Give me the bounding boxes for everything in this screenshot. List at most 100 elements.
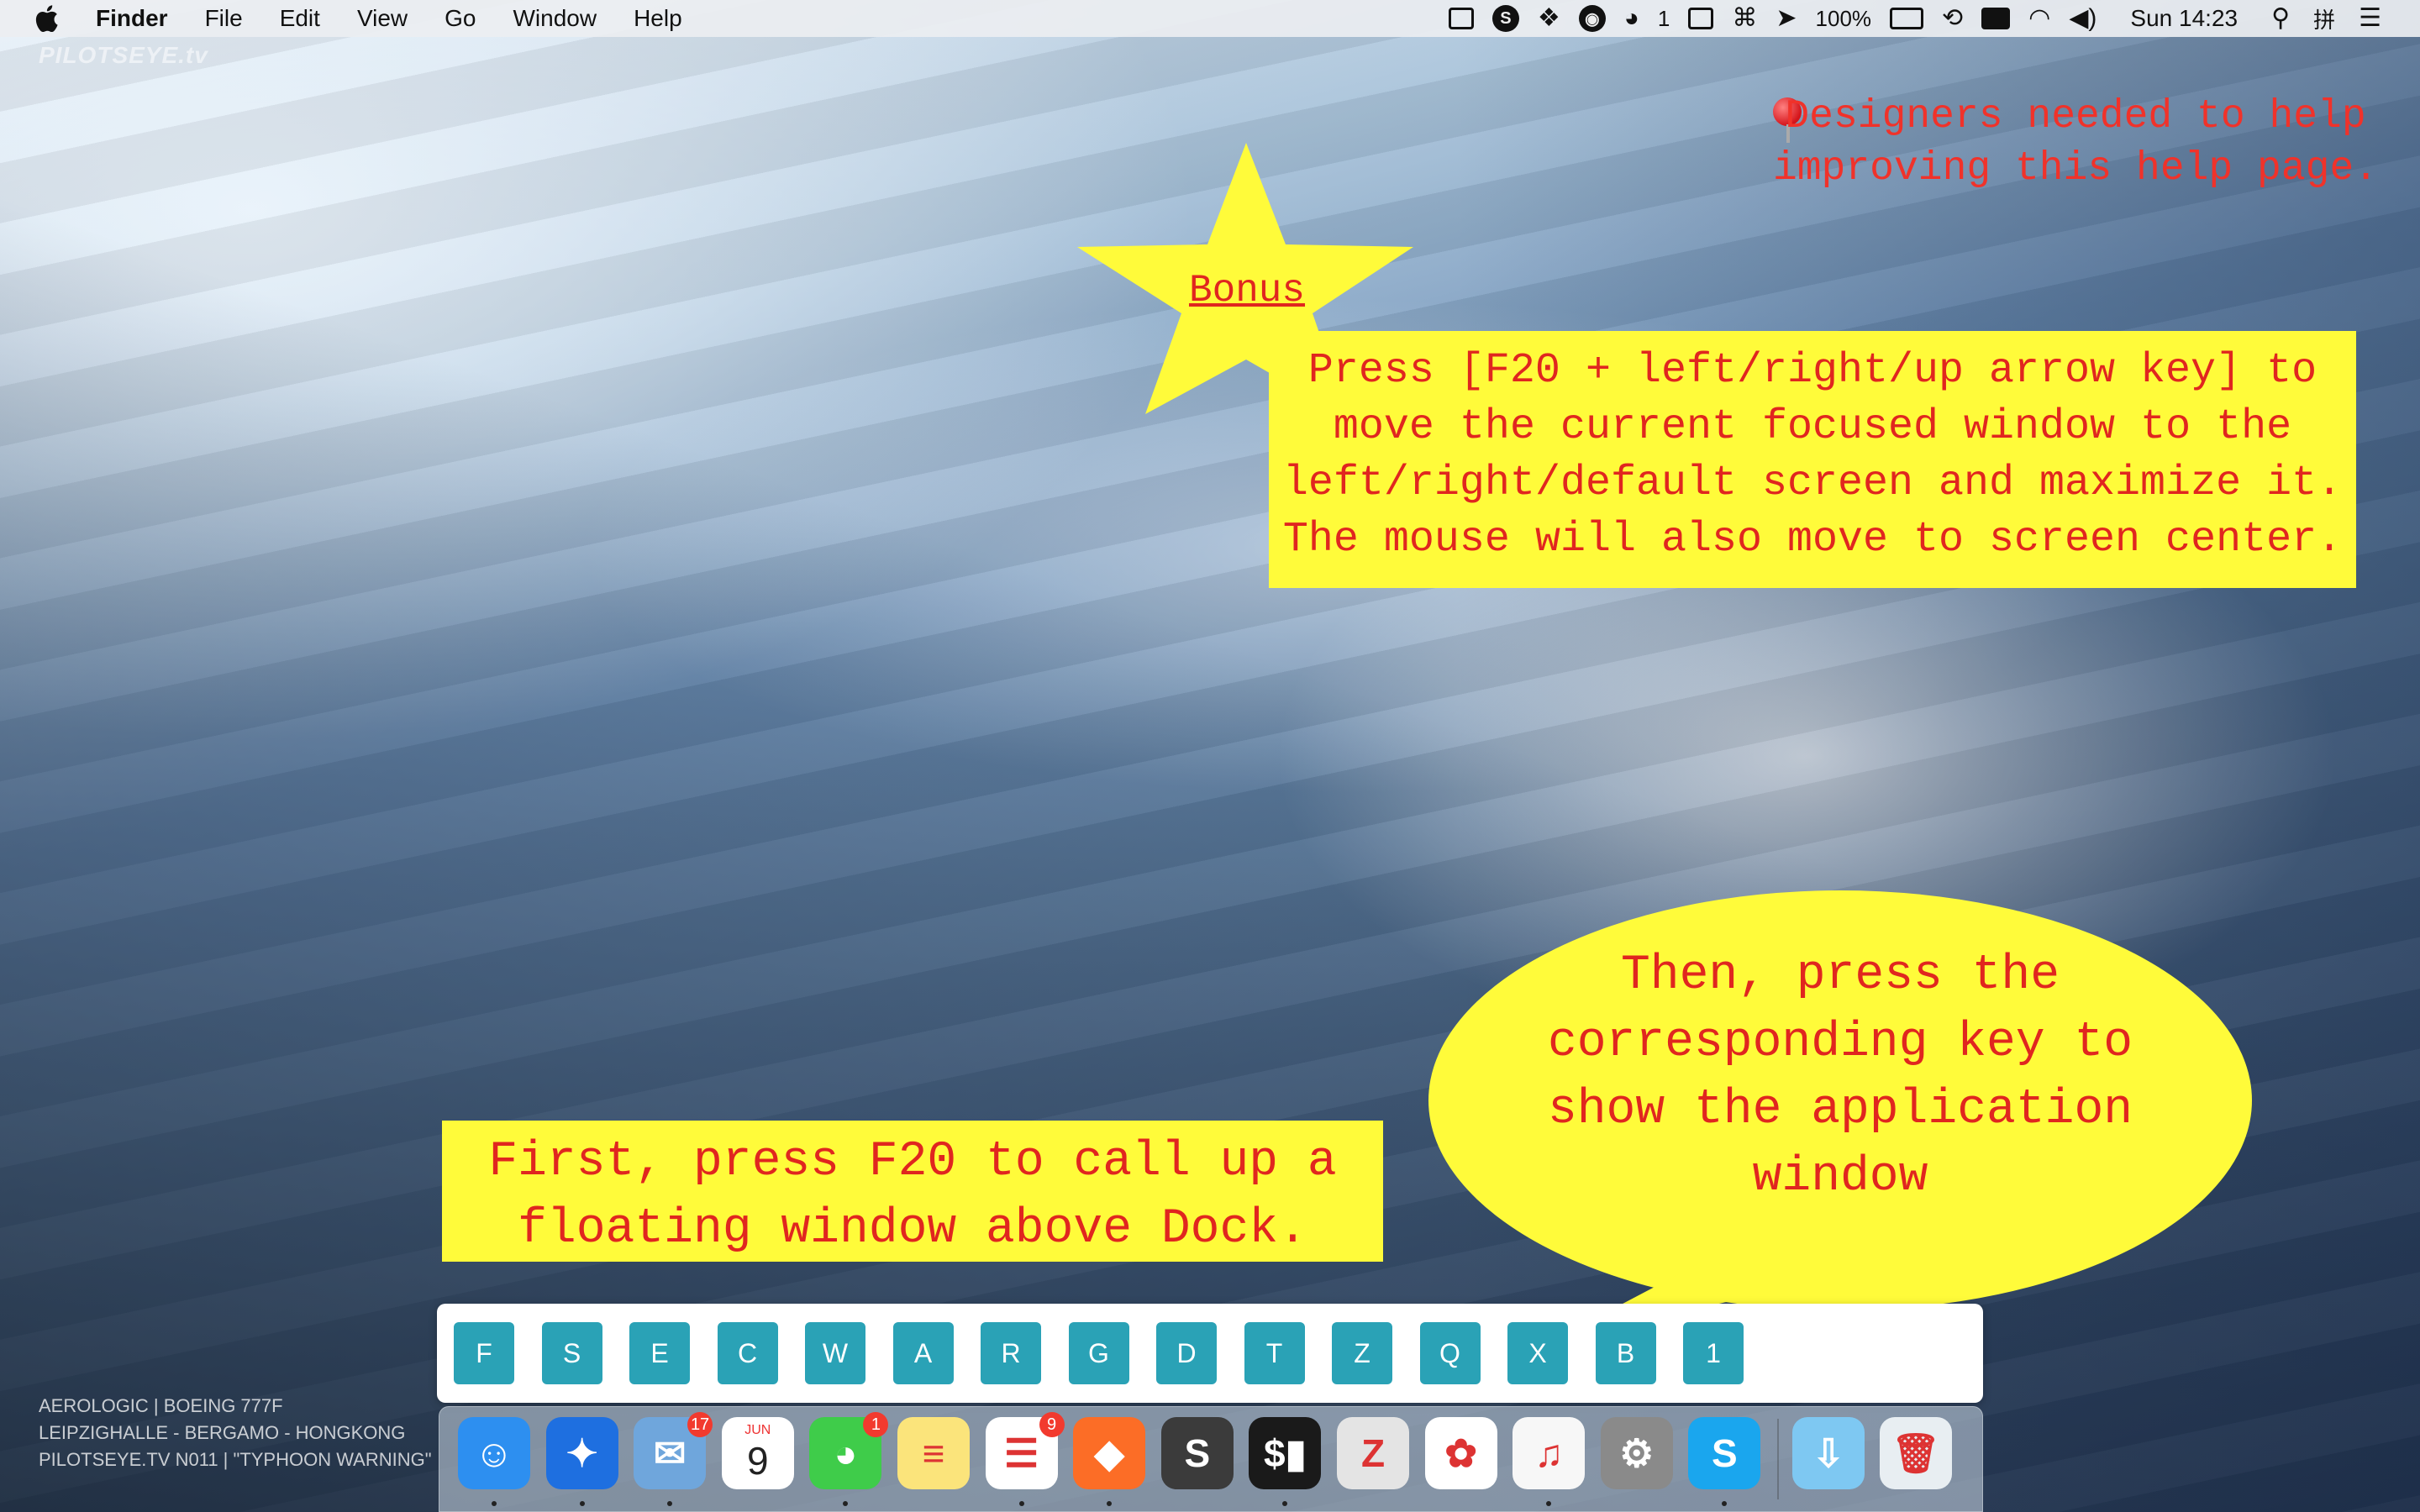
telegram-icon[interactable]: ➤	[1776, 6, 1797, 31]
shortcut-key-x[interactable]: X	[1507, 1322, 1568, 1384]
second-step-line: corresponding key to	[1547, 1016, 2133, 1070]
skype-icon[interactable]: S	[1688, 1417, 1761, 1489]
volume-icon[interactable]: ◀)	[2069, 6, 2096, 31]
wechat-status-icon[interactable]: ◕	[1624, 6, 1639, 31]
running-indicator	[843, 1501, 849, 1506]
menu-app-finder[interactable]: Finder	[96, 5, 168, 32]
menu-help[interactable]: Help	[634, 5, 682, 32]
calendar-icon[interactable]: JUN 9	[721, 1417, 794, 1489]
reminders-icon[interactable]: ☰ 9	[985, 1412, 1065, 1489]
shortcut-key-b[interactable]: B	[1595, 1322, 1656, 1384]
shortcut-key-d[interactable]: D	[1156, 1322, 1217, 1384]
bonus-line: The mouse will also move to screen cente…	[1282, 516, 2343, 564]
sublime-icon[interactable]: S	[1160, 1417, 1234, 1489]
bonus-line: move the current focused window to the	[1333, 403, 2292, 451]
caption-line: AEROLOGIC | BOEING 777F	[39, 1395, 283, 1416]
notes-icon[interactable]: ≡	[897, 1417, 970, 1489]
shortcut-key-q[interactable]: Q	[1419, 1322, 1481, 1384]
menu-file[interactable]: File	[205, 5, 243, 32]
shortcut-key-c[interactable]: C	[717, 1322, 778, 1384]
zotero-icon[interactable]: Z	[1337, 1417, 1409, 1489]
screen-switch-icon[interactable]	[1448, 8, 1474, 29]
bonus-instructions-box: Press [F20 + left/right/up arrow key] to…	[1269, 331, 2356, 588]
cat-app-icon[interactable]: ◉	[1578, 5, 1606, 32]
menu-clock[interactable]: Sun 14:23	[2130, 5, 2238, 32]
wallpaper-watermark: PILOTSEYE.tv	[39, 42, 208, 68]
first-step-line: First, press F20 to call up a	[488, 1135, 1337, 1189]
second-step-line: Then, press the	[1620, 948, 2060, 1003]
first-step-line: floating window above Dock.	[518, 1202, 1307, 1257]
shortcut-key-w[interactable]: W	[805, 1322, 865, 1384]
photos-icon[interactable]: ✿	[1424, 1417, 1497, 1489]
note-line: Designers needed to help	[1785, 94, 2366, 139]
caption-line: PILOTSEYE.TV N011 | "TYPHOON WARNING"	[39, 1449, 432, 1470]
dock-icon-glyph: ✦	[566, 1431, 598, 1475]
finder-icon[interactable]: ☺	[458, 1417, 530, 1489]
safari-icon[interactable]: ✦	[545, 1417, 618, 1489]
bonus-line: left/right/default screen and maximize i…	[1282, 459, 2343, 507]
dock-icon-glyph: $▮	[1263, 1431, 1307, 1475]
dock-badge: 1	[863, 1412, 889, 1437]
gitlab-icon[interactable]: ◆	[1073, 1417, 1146, 1489]
mail-icon[interactable]: ✉ 17	[634, 1412, 713, 1489]
menu-status-area: S ❖ ◉ ◕ 1 ⌘ ➤ 100% ⟲ ◠ ◀) Sun 14:23 ⚲ 拼 …	[1430, 0, 2420, 37]
shortcut-key-e[interactable]: E	[629, 1322, 690, 1384]
running-indicator	[1282, 1501, 1288, 1506]
memory-icon[interactable]	[1981, 8, 2011, 29]
running-indicator	[492, 1501, 497, 1506]
dock-icon-glyph: ◕	[834, 1431, 858, 1475]
dock-separator	[1777, 1419, 1779, 1499]
running-indicator	[1722, 1501, 1728, 1506]
shortcut-key-r[interactable]: R	[981, 1322, 1041, 1384]
dropbox-icon[interactable]: ❖	[1538, 6, 1560, 31]
first-step-box: First, press F20 to call up a floating w…	[442, 1121, 1383, 1262]
terminal-icon[interactable]: $▮	[1249, 1417, 1322, 1489]
shortcut-key-f[interactable]: F	[454, 1322, 514, 1384]
battery-icon[interactable]	[1890, 8, 1924, 29]
wifi-icon[interactable]: ◠	[2028, 6, 2050, 31]
menu-go[interactable]: Go	[445, 5, 476, 32]
designers-needed-note: Designers needed to help improving this …	[1765, 91, 2386, 195]
time-machine-icon[interactable]: ⟲	[1942, 6, 1963, 31]
shortcut-key-g[interactable]: G	[1068, 1322, 1129, 1384]
menu-bar: Finder File Edit View Go Window Help S ❖…	[0, 0, 2420, 37]
input-method-icon[interactable]: 拼	[2313, 3, 2335, 34]
wallpaper-caption: AEROLOGIC | BOEING 777F LEIPZIGHALLE - B…	[39, 1393, 432, 1473]
display-icon[interactable]	[1688, 8, 1714, 29]
menu-edit[interactable]: Edit	[280, 5, 320, 32]
dock-icon-glyph: ◆	[1094, 1431, 1124, 1475]
battery-percent: 100%	[1815, 5, 1872, 31]
command-icon[interactable]: ⌘	[1732, 6, 1757, 31]
system-preferences-icon[interactable]: ⚙	[1600, 1417, 1673, 1489]
dock: ☺ ✦ ✉ 17 JUN 9 ◕ 1 ≡ ☰ 9 ◆ S $▮ Z ✿ ♫ ⚙ S ⇩ 🗑	[439, 1406, 1983, 1512]
running-indicator	[667, 1501, 673, 1506]
dock-icon-glyph: ☰	[1003, 1431, 1039, 1475]
dock-icon-glyph: S	[1712, 1431, 1738, 1475]
dock-icon-glyph: 🗑	[1891, 1431, 1941, 1475]
dock-icon-glyph: Z	[1360, 1431, 1386, 1475]
dock-icon-glyph: ☺	[474, 1431, 514, 1475]
skype-status-icon[interactable]: S	[1491, 5, 1519, 32]
shortcut-key-a[interactable]: A	[892, 1322, 954, 1384]
running-indicator	[1546, 1501, 1552, 1506]
apple-menu-icon[interactable]	[34, 4, 59, 33]
calendar-month-label: JUN	[744, 1423, 771, 1437]
itunes-icon[interactable]: ♫	[1512, 1417, 1586, 1489]
shortcut-key-z[interactable]: Z	[1332, 1322, 1392, 1384]
note-line: improving this help page.	[1772, 146, 2379, 192]
shortcut-key-t[interactable]: T	[1244, 1322, 1305, 1384]
dock-badge: 9	[1039, 1412, 1065, 1437]
spotlight-search-icon[interactable]: ⚲	[2271, 6, 2290, 31]
menu-view[interactable]: View	[357, 5, 408, 32]
dock-badge: 17	[687, 1412, 713, 1437]
running-indicator	[1107, 1501, 1113, 1506]
dock-icon-glyph: ✉	[653, 1431, 687, 1475]
shortcut-key-1[interactable]: 1	[1683, 1322, 1744, 1384]
notification-center-icon[interactable]: ☰	[2359, 6, 2381, 31]
trash-icon[interactable]: 🗑	[1880, 1417, 1952, 1489]
dock-icon-glyph: ✿	[1444, 1431, 1477, 1475]
shortcut-key-s[interactable]: S	[541, 1322, 602, 1384]
wechat-icon[interactable]: ◕ 1	[809, 1412, 889, 1489]
downloads-folder-icon[interactable]: ⇩	[1792, 1417, 1865, 1489]
menu-window[interactable]: Window	[513, 5, 597, 32]
